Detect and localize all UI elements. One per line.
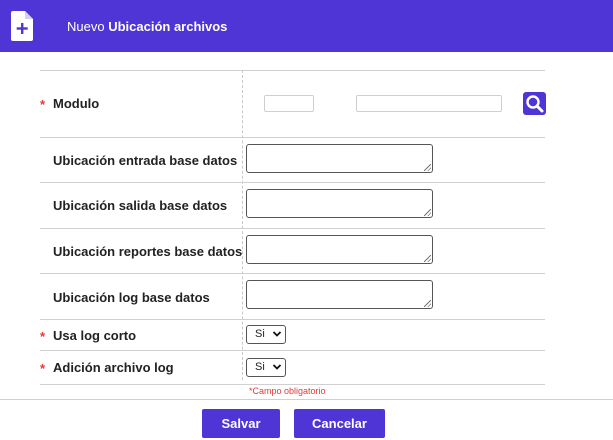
ubicacion-reportes-textarea[interactable] <box>246 235 433 264</box>
adicion-archivo-log-value: Si <box>255 361 265 373</box>
file-add-icon <box>11 11 33 41</box>
required-field-note: *Campo obligatorio <box>249 386 326 396</box>
save-button[interactable]: Salvar <box>202 409 280 438</box>
adicion-archivo-log-select[interactable]: Si <box>246 358 286 377</box>
resize-handle[interactable] <box>424 255 431 262</box>
usa-log-corto-value: Si <box>255 328 265 340</box>
ubicacion-salida-textarea[interactable] <box>246 189 433 218</box>
modulo-search-button[interactable] <box>523 92 546 115</box>
page-title-prefix: Nuevo <box>67 19 105 34</box>
row-ubicacion-log: Ubicación log base datos <box>40 274 545 320</box>
resize-handle[interactable] <box>424 300 431 307</box>
location-form: * Modulo Ubicación entrada base datos Ub… <box>40 70 546 385</box>
chevron-down-icon <box>272 331 282 337</box>
modulo-code-input[interactable] <box>264 95 314 112</box>
label-ubicacion-salida: Ubicación salida base datos <box>53 198 228 213</box>
resize-handle[interactable] <box>424 209 431 216</box>
label-ubicacion-log: Ubicación log base datos <box>53 290 210 305</box>
row-usa-log-corto: * Usa log corto Si <box>40 320 545 351</box>
resize-handle[interactable] <box>424 164 431 171</box>
cancel-button[interactable]: Cancelar <box>294 409 385 438</box>
required-marker: * <box>40 97 46 112</box>
chevron-down-icon <box>272 364 282 370</box>
row-modulo: * Modulo <box>40 71 546 138</box>
page-title: Nuevo Ubicación archivos <box>67 19 227 35</box>
required-marker: * <box>40 329 46 344</box>
label-ubicacion-entrada: Ubicación entrada base datos <box>53 153 238 168</box>
footer-divider <box>0 399 613 400</box>
row-ubicacion-entrada: Ubicación entrada base datos <box>40 138 545 183</box>
label-modulo: Modulo <box>53 96 100 111</box>
label-ubicacion-reportes: Ubicación reportes base datos <box>53 244 243 259</box>
search-icon <box>526 95 544 113</box>
row-ubicacion-salida: Ubicación salida base datos <box>40 183 545 229</box>
row-adicion-archivo-log: * Adición archivo log Si <box>40 351 545 385</box>
label-adicion-archivo-log: Adición archivo log <box>53 360 174 375</box>
modulo-name-input[interactable] <box>356 95 502 112</box>
header-bar: Nuevo Ubicación archivos <box>0 0 613 52</box>
required-marker: * <box>40 361 46 376</box>
ubicacion-log-textarea[interactable] <box>246 280 433 309</box>
label-usa-log-corto: Usa log corto <box>53 328 137 343</box>
page-title-main: Ubicación archivos <box>108 19 228 34</box>
ubicacion-entrada-textarea[interactable] <box>246 144 433 173</box>
row-ubicacion-reportes: Ubicación reportes base datos <box>40 229 545 274</box>
usa-log-corto-select[interactable]: Si <box>246 325 286 344</box>
